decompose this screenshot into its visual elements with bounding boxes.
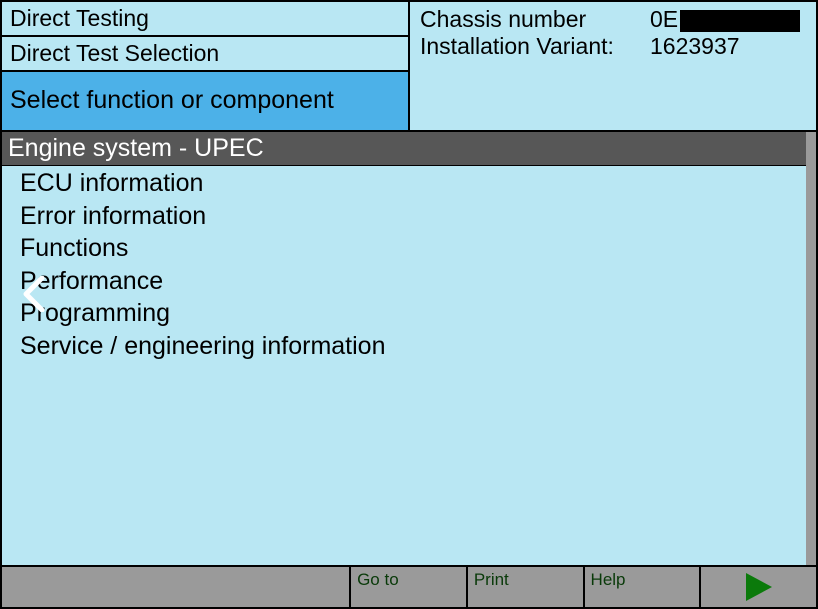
proceed-button[interactable] — [699, 567, 816, 607]
variant-value: 1623937 — [650, 33, 806, 60]
breadcrumb-level-1[interactable]: Direct Testing — [2, 2, 408, 37]
print-button[interactable]: Print — [466, 567, 583, 607]
list-item[interactable]: Service / engineering information — [20, 331, 806, 364]
list-item[interactable]: Functions — [20, 233, 806, 266]
header: Direct Testing Direct Test Selection Sel… — [2, 2, 816, 132]
variant-row: Installation Variant: 1623937 — [420, 33, 806, 60]
app-window: Direct Testing Direct Test Selection Sel… — [0, 0, 818, 609]
footer-spacer — [2, 567, 349, 607]
list-item[interactable]: Error information — [20, 201, 806, 234]
redacted-block — [680, 10, 800, 32]
list-item[interactable]: Performance — [20, 266, 806, 299]
function-list: ECU information Error information Functi… — [2, 166, 806, 363]
breadcrumb: Direct Testing Direct Test Selection Sel… — [2, 2, 410, 130]
section-title: Engine system - UPEC — [2, 132, 806, 166]
goto-button[interactable]: Go to — [349, 567, 466, 607]
help-button[interactable]: Help — [583, 567, 700, 607]
list-item[interactable]: ECU information — [20, 168, 806, 201]
breadcrumb-level-2[interactable]: Direct Test Selection — [2, 37, 408, 72]
footer-toolbar: Go to Print Help — [2, 565, 816, 607]
vehicle-info-panel: Chassis number 0E Installation Variant: … — [410, 2, 816, 130]
play-icon — [746, 573, 772, 601]
breadcrumb-active: Select function or component — [2, 72, 408, 131]
chassis-row: Chassis number 0E — [420, 6, 806, 33]
chassis-label: Chassis number — [420, 6, 650, 33]
content-area: Engine system - UPEC ECU information Err… — [2, 132, 816, 565]
chassis-value: 0E — [650, 6, 806, 33]
list-item[interactable]: Programming — [20, 298, 806, 331]
variant-label: Installation Variant: — [420, 33, 650, 60]
chassis-prefix: 0E — [650, 6, 678, 32]
chevron-left-icon[interactable] — [20, 276, 48, 312]
